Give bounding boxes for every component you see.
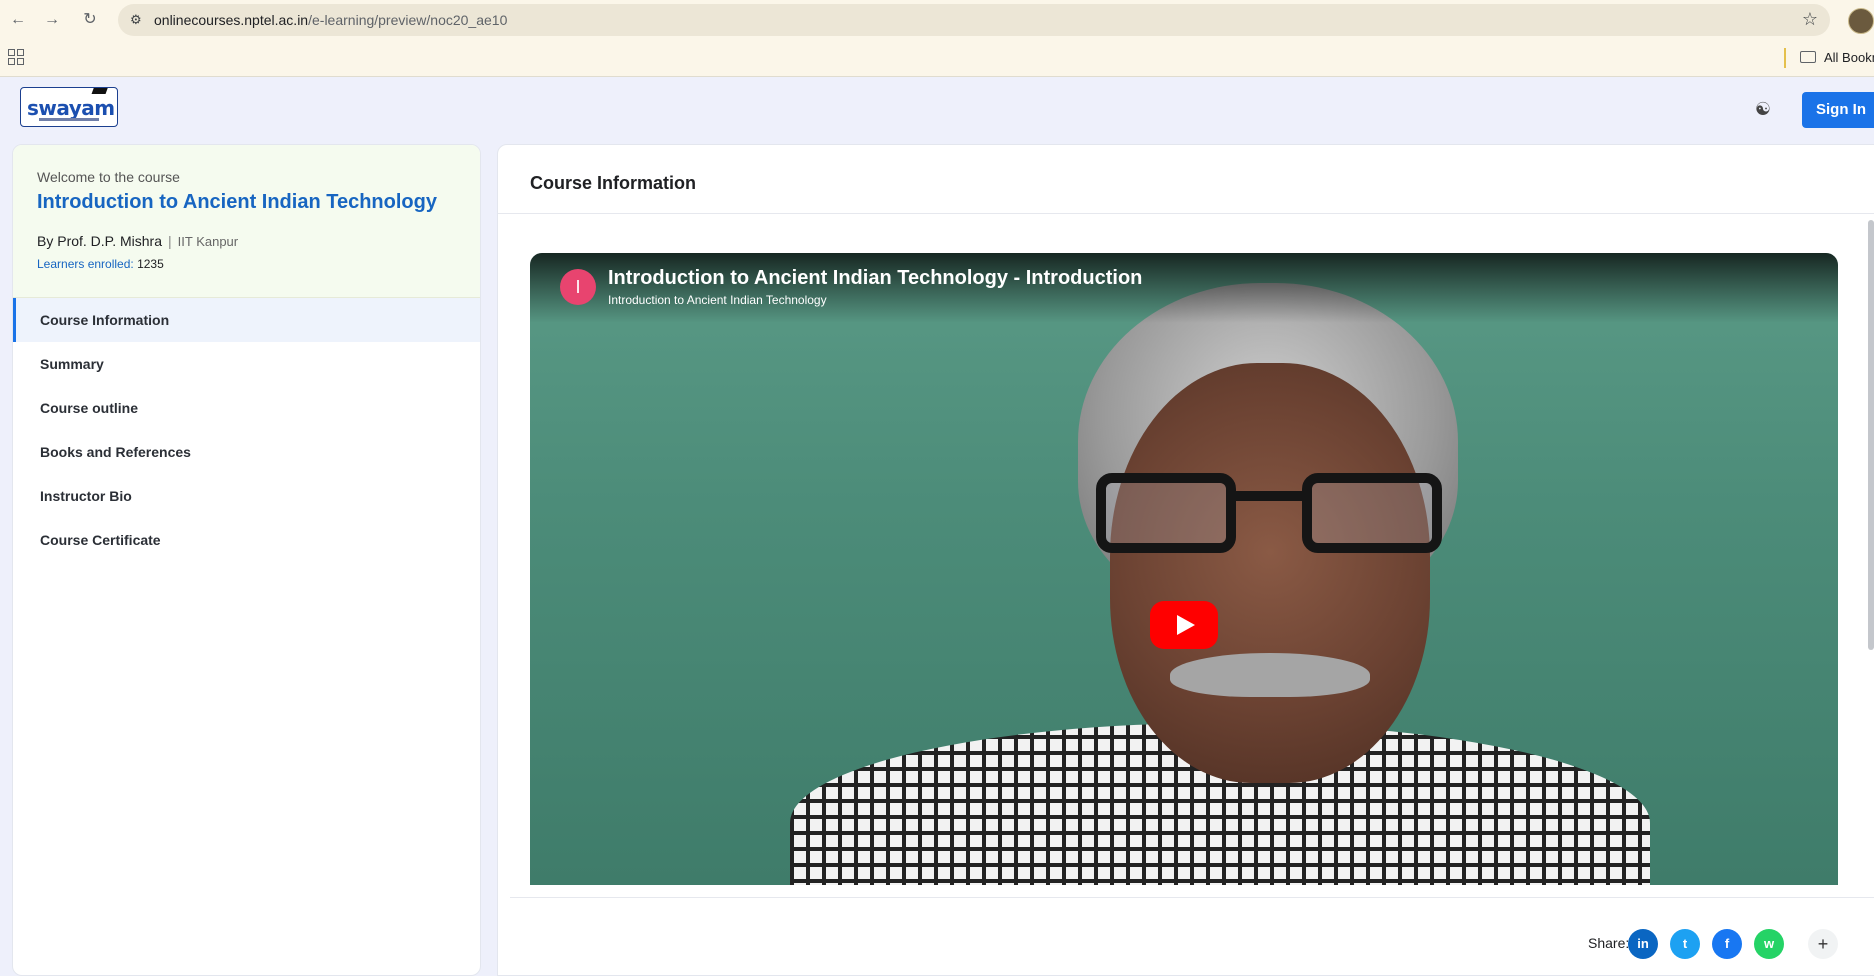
course-title: Introduction to Ancient Indian Technolog… — [37, 191, 437, 213]
sidebar-item-course-information[interactable]: Course Information — [13, 298, 480, 342]
url-text: onlinecourses.nptel.ac.in/e-learning/pre… — [154, 12, 508, 28]
instructor-name: By Prof. D.P. Mishra — [37, 233, 163, 249]
learners-label: Learners enrolled: — [37, 257, 134, 271]
share-divider — [510, 897, 1874, 898]
whatsapp-icon[interactable]: w — [1754, 929, 1784, 959]
sign-in-button[interactable]: Sign In — [1802, 92, 1874, 128]
profile-avatar[interactable] — [1848, 8, 1874, 34]
channel-avatar[interactable]: I — [560, 269, 596, 305]
welcome-text: Welcome to the course — [37, 169, 180, 185]
glasses-right-lens — [1302, 473, 1442, 553]
logo-tagline — [39, 118, 99, 121]
title-divider — [498, 213, 1874, 214]
video-channel-name[interactable]: Introduction to Ancient Indian Technolog… — [608, 293, 827, 307]
lecturer-face — [1110, 363, 1430, 783]
video-player[interactable]: I Introduction to Ancient Indian Technol… — [530, 253, 1838, 885]
institute-name: IIT Kanpur — [177, 234, 239, 249]
lecturer-mustache — [1170, 653, 1370, 697]
folder-icon — [1800, 51, 1816, 63]
glasses-left-lens — [1096, 473, 1236, 553]
share-label: Share: — [1588, 935, 1630, 951]
accessibility-icon[interactable]: ☯ — [1752, 98, 1774, 120]
learners-enrolled: Learners enrolled: 1235 — [37, 257, 164, 271]
linkedin-icon[interactable]: in — [1628, 929, 1658, 959]
site-header: swayam ☯ Sign In — [0, 77, 1874, 143]
forward-icon[interactable]: → — [40, 8, 64, 32]
bookmarks-divider — [1784, 48, 1786, 68]
play-icon[interactable] — [1150, 601, 1218, 649]
glasses-bridge — [1234, 491, 1304, 501]
course-nav: Course Information Summary Course outlin… — [13, 298, 480, 562]
page-title: Course Information — [530, 173, 697, 193]
instructor-line: By Prof. D.P. Mishra | IIT Kanpur — [37, 233, 238, 249]
logo-wordmark: swayam — [27, 96, 115, 120]
reload-icon[interactable]: ↻ — [78, 8, 102, 32]
swayam-logo[interactable]: swayam — [20, 87, 118, 127]
sidebar-item-instructor-bio[interactable]: Instructor Bio — [13, 474, 480, 518]
sidebar-item-course-outline[interactable]: Course outline — [13, 386, 480, 430]
sidebar-item-books-references[interactable]: Books and References — [13, 430, 480, 474]
main-content: Course Information I Introduction to Anc… — [497, 144, 1874, 976]
back-icon[interactable]: ← — [6, 8, 30, 32]
facebook-icon[interactable]: f — [1712, 929, 1742, 959]
bookmarks-bar: All Bookm — [0, 40, 1874, 77]
learners-count: 1235 — [137, 257, 164, 271]
twitter-icon[interactable]: t — [1670, 929, 1700, 959]
apps-grid-icon[interactable] — [8, 49, 24, 65]
address-bar[interactable]: ⚙ onlinecourses.nptel.ac.in/e-learning/p… — [118, 4, 1830, 36]
page-scrollbar[interactable] — [1868, 220, 1874, 650]
sidebar-item-summary[interactable]: Summary — [13, 342, 480, 386]
browser-toolbar: ← → ↻ ⚙ onlinecourses.nptel.ac.in/e-lear… — [0, 0, 1874, 40]
share-more-icon[interactable]: + — [1808, 929, 1838, 959]
course-summary-card: Welcome to the course Introduction to An… — [13, 145, 480, 298]
bookmark-star-icon[interactable]: ☆ — [1802, 9, 1818, 30]
sidebar-item-course-certificate[interactable]: Course Certificate — [13, 518, 480, 562]
site-info-icon[interactable]: ⚙ — [130, 12, 146, 28]
video-title[interactable]: Introduction to Ancient Indian Technolog… — [608, 267, 1142, 290]
graduation-cap-icon — [91, 88, 109, 94]
course-sidebar: Welcome to the course Introduction to An… — [12, 144, 481, 976]
all-bookmarks-link[interactable]: All Bookm — [1824, 40, 1874, 76]
byline-separator: | — [168, 233, 172, 249]
